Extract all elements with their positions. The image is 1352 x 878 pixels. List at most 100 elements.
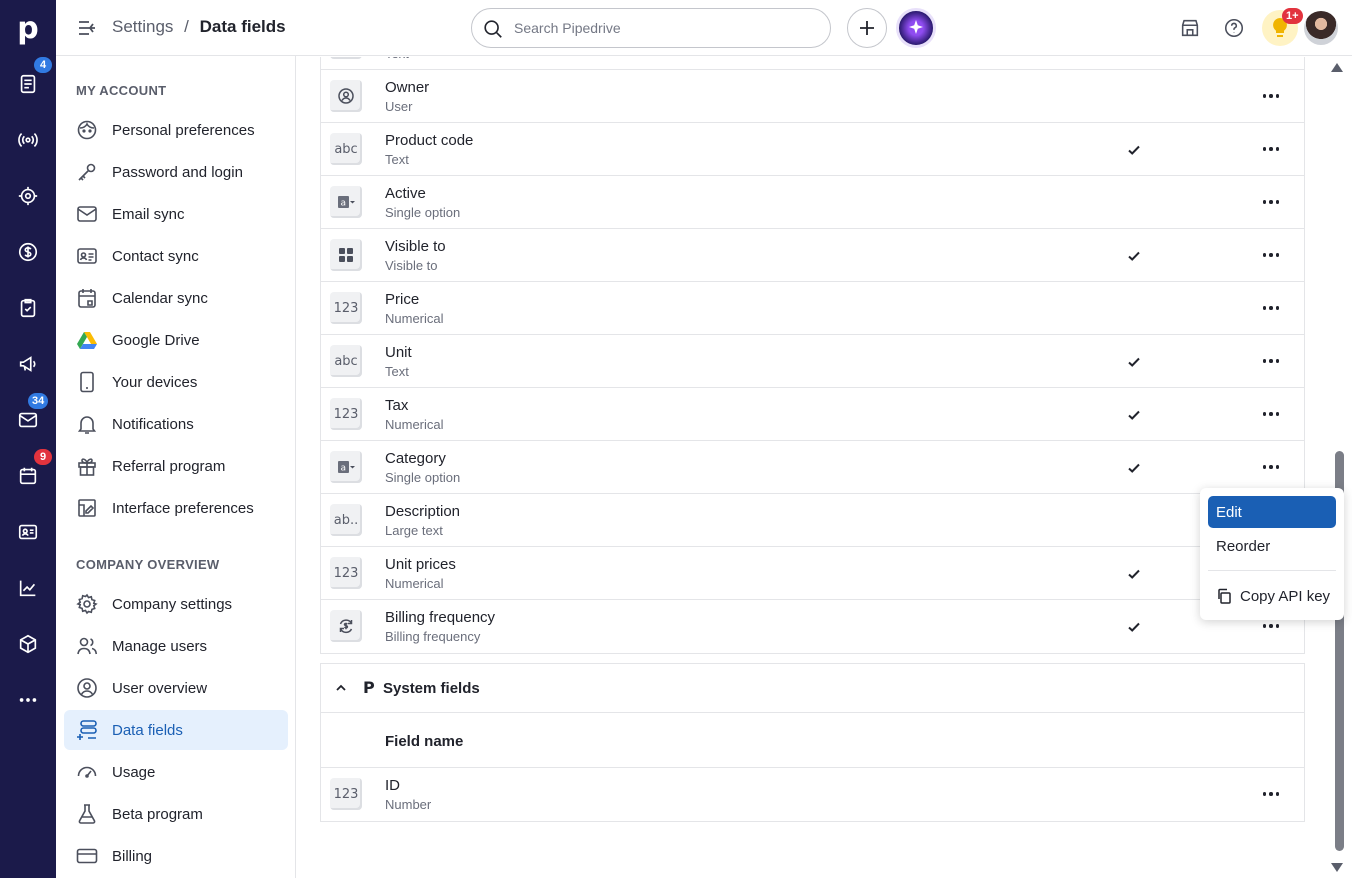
rail-target[interactable]	[0, 168, 56, 224]
breadcrumb: Settings / Data fields	[112, 17, 286, 37]
field-name[interactable]: Owner	[385, 79, 429, 96]
sidebar-item-interface-preferences[interactable]: Interface preferences	[64, 488, 288, 528]
megaphone-icon	[19, 356, 36, 372]
custom-fields-table: Owner User abc Product code Text a Activ…	[320, 70, 1305, 654]
breadcrumb-settings[interactable]: Settings	[112, 17, 173, 36]
menu-item-edit[interactable]: Edit	[1208, 496, 1336, 528]
rail-contacts[interactable]	[0, 504, 56, 560]
field-name[interactable]: Price	[385, 291, 419, 308]
sidebar-item-manage-users[interactable]: Manage users	[64, 626, 288, 666]
system-fields-title: System fields	[383, 680, 480, 697]
single-option-icon: a	[338, 196, 355, 209]
field-name[interactable]: Category	[385, 450, 446, 467]
field-type: Numerical	[385, 311, 444, 326]
envelope-icon	[77, 206, 97, 222]
sidebar-item-label: Your devices	[112, 373, 198, 391]
rail-deals-live[interactable]	[0, 112, 56, 168]
system-fields-header[interactable]: P System fields	[321, 664, 1304, 713]
field-type-icon: 123	[330, 778, 362, 810]
more-actions-button[interactable]	[1253, 137, 1289, 161]
field-name[interactable]: Unit	[385, 344, 412, 361]
rail-activities[interactable]	[0, 280, 56, 336]
more-actions-button[interactable]	[1253, 190, 1289, 214]
field-type-icon: a	[330, 186, 362, 218]
more-actions-button[interactable]	[1253, 296, 1289, 320]
menu-item-label: Copy API key	[1240, 587, 1331, 605]
sidebar-item-beta-program[interactable]: Beta program	[64, 794, 288, 834]
tips-button[interactable]: 1+	[1262, 8, 1303, 46]
ai-assistant-button[interactable]	[896, 8, 936, 48]
more-actions-button[interactable]	[1253, 243, 1289, 267]
rail-more[interactable]	[0, 672, 56, 728]
sidebar-item-label: Company settings	[112, 595, 233, 613]
sidebar-item-calendar-sync[interactable]: Calendar sync	[64, 278, 288, 318]
mail-badge: 34	[28, 393, 49, 409]
page-title: Data fields	[199, 17, 286, 36]
more-actions-button[interactable]	[1253, 782, 1289, 806]
menu-item-copy-api-key[interactable]: Copy API key	[1208, 580, 1336, 612]
rail-leads[interactable]: 4	[0, 56, 56, 112]
more-actions-button[interactable]	[1253, 402, 1289, 426]
sidebar-item-your-devices[interactable]: Your devices	[64, 362, 288, 402]
field-name[interactable]: Visible to	[385, 238, 446, 255]
gauge-icon	[77, 766, 97, 778]
sidebar-item-billing[interactable]: Billing	[64, 836, 288, 876]
sidebar-item-user-overview[interactable]: User overview	[64, 668, 288, 708]
search-box[interactable]: Search Pipedrive	[471, 8, 831, 48]
store-icon	[1181, 19, 1199, 37]
scroll-down-arrow[interactable]	[1331, 863, 1343, 872]
field-type-icon: abc	[330, 133, 362, 165]
sidebar-item-referral-program[interactable]: Referral program	[64, 446, 288, 486]
table-row: abc Product code Text	[321, 123, 1304, 176]
quick-add-button[interactable]	[847, 8, 887, 48]
sidebar-item-email-sync[interactable]: Email sync	[64, 194, 288, 234]
field-type-icon: 123	[330, 557, 362, 589]
rail-mail[interactable]: 34	[0, 392, 56, 448]
table-row: 123 ID Number	[321, 768, 1304, 821]
field-name[interactable]: Tax	[385, 397, 408, 414]
collapse-menu-icon[interactable]	[76, 18, 98, 38]
sparkle-icon	[909, 20, 923, 34]
rail-calendar[interactable]: 9	[0, 448, 56, 504]
single-option-icon: a	[338, 461, 355, 474]
field-type-icon: abc	[330, 345, 362, 377]
rail-insights[interactable]	[0, 560, 56, 616]
rail-products[interactable]	[0, 616, 56, 672]
field-name[interactable]: ID	[385, 777, 400, 794]
gear-icon	[76, 593, 98, 615]
field-type: Single option	[385, 205, 461, 220]
field-name[interactable]: Active	[385, 185, 426, 202]
table-row: 123 Unit prices Numerical	[321, 547, 1304, 600]
more-horizontal-icon	[19, 698, 37, 702]
field-name[interactable]: Description	[385, 503, 460, 520]
sidebar-item-personal-preferences[interactable]: Personal preferences	[64, 110, 288, 150]
pipedrive-logo[interactable]: p	[0, 0, 56, 56]
more-actions-button[interactable]	[1253, 84, 1289, 108]
menu-item-reorder[interactable]: Reorder	[1208, 530, 1336, 562]
table-row: a Active Single option	[321, 176, 1304, 229]
rail-campaigns[interactable]	[0, 336, 56, 392]
sidebar-item-data-fields[interactable]: Data fields	[64, 710, 288, 750]
search-icon	[484, 20, 502, 38]
sidebar-item-company-settings[interactable]: Company settings	[64, 584, 288, 624]
avatar[interactable]	[1304, 11, 1338, 45]
dollar-icon	[18, 242, 38, 262]
scroll-up-arrow[interactable]	[1331, 63, 1343, 72]
sidebar-item-password-and-login[interactable]: Password and login	[64, 152, 288, 192]
more-actions-button[interactable]	[1253, 349, 1289, 373]
field-name[interactable]: Product code	[385, 132, 473, 149]
rail-deals[interactable]	[0, 224, 56, 280]
search-input[interactable]: Search Pipedrive	[514, 20, 621, 36]
help-button[interactable]	[1220, 14, 1248, 42]
sidebar-item-google-drive[interactable]: Google Drive	[64, 320, 288, 360]
field-name[interactable]: Unit prices	[385, 556, 456, 573]
sidebar-item-notifications[interactable]: Notifications	[64, 404, 288, 444]
sidebar-item-contact-sync[interactable]: Contact sync	[64, 236, 288, 276]
marketplace-button[interactable]	[1176, 14, 1204, 42]
chevron-up-icon[interactable]	[335, 682, 347, 694]
billing-cycle-icon	[339, 619, 353, 634]
table-row: Billing frequency Billing frequency	[321, 600, 1304, 653]
sidebar-item-usage[interactable]: Usage	[64, 752, 288, 792]
more-actions-button[interactable]	[1253, 455, 1289, 479]
field-name[interactable]: Billing frequency	[385, 609, 495, 626]
